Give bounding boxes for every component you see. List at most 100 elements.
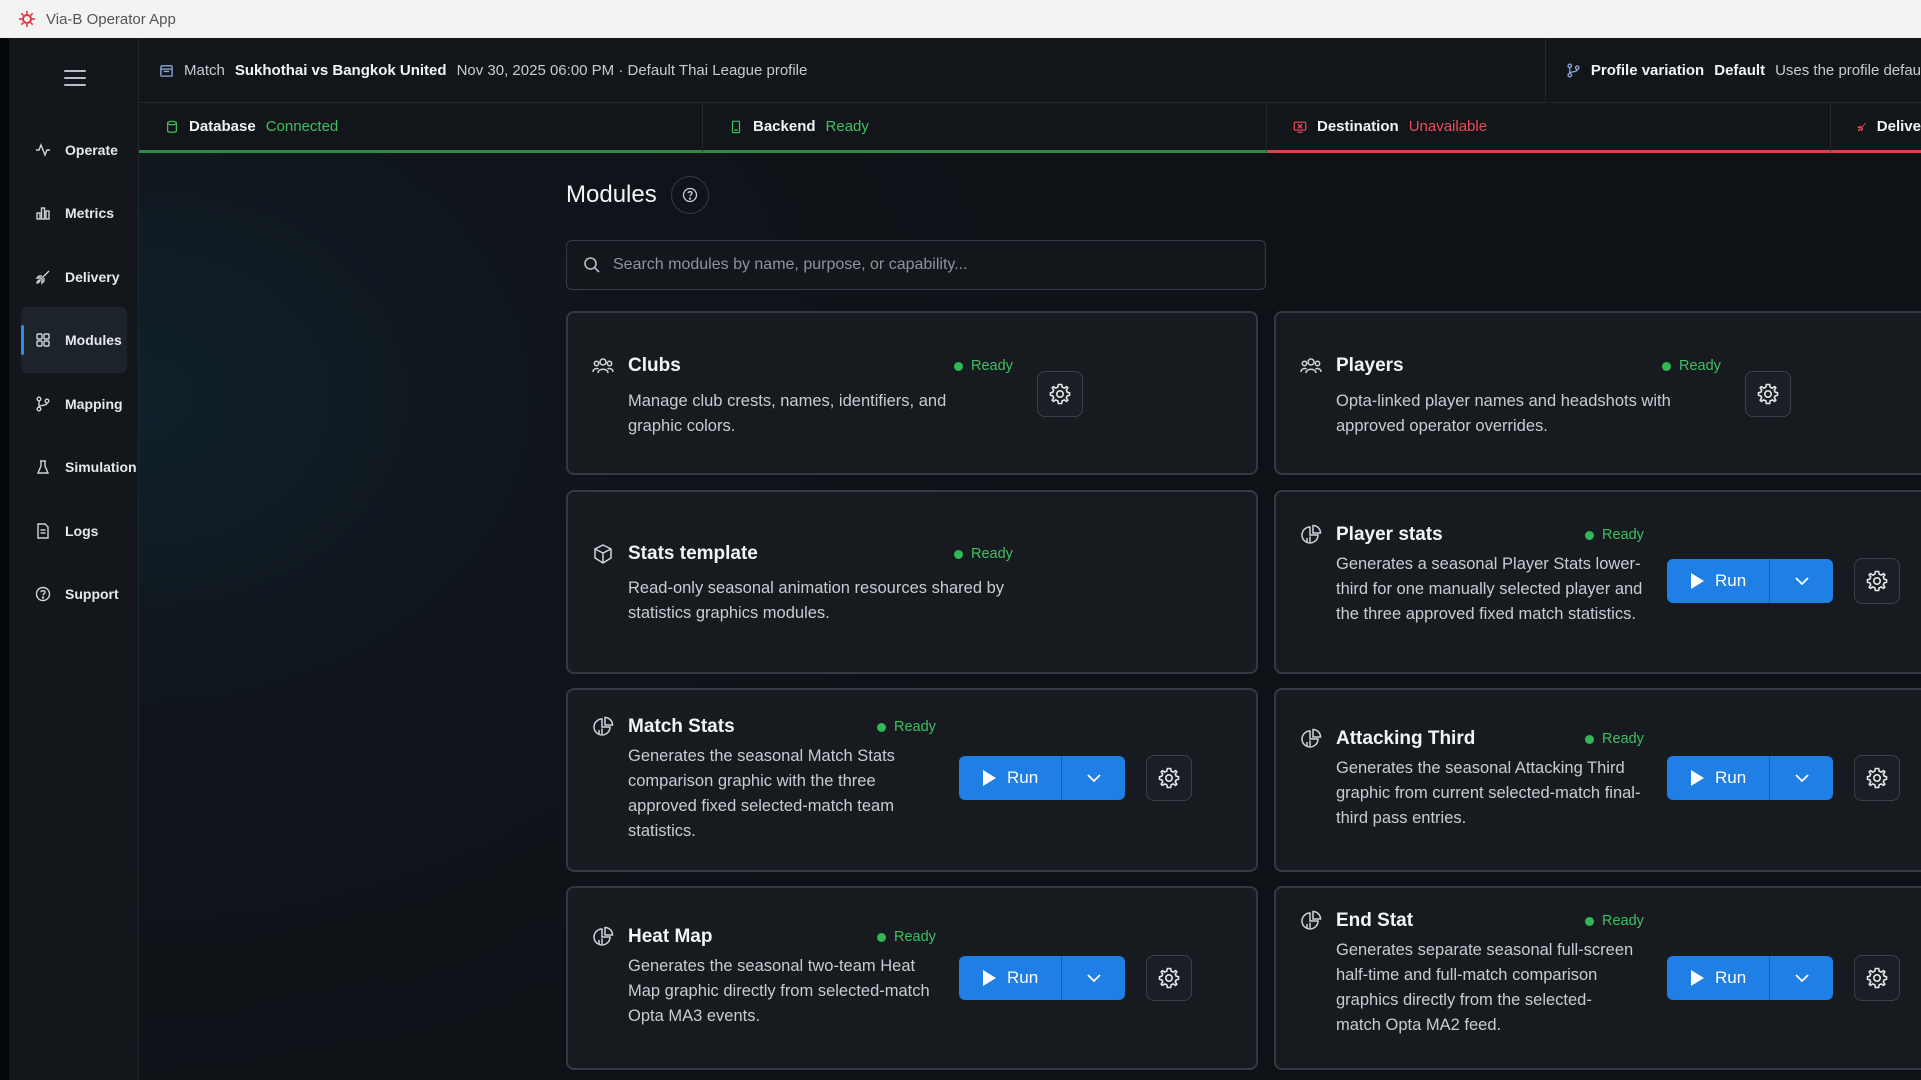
settings-button[interactable] [1146, 755, 1192, 801]
server-icon [731, 120, 741, 133]
settings-button[interactable] [1854, 558, 1900, 604]
run-button[interactable]: Run [1667, 956, 1769, 1000]
module-description: Generates the seasonal Attacking Third g… [1336, 759, 1641, 827]
module-name: Stats template [628, 543, 758, 564]
page-title: Modules [566, 181, 657, 208]
status-badge: Ready [1585, 731, 1644, 747]
menu-toggle-icon[interactable] [64, 70, 86, 88]
run-button[interactable]: Run [959, 756, 1061, 800]
match-name: Sukhothai vs Bangkok United [234, 61, 447, 79]
modules-header: Modules [566, 176, 709, 214]
run-options-dropdown[interactable] [1061, 956, 1125, 1000]
module-card-match-stats: Match Stats Ready Generates the seasonal… [566, 688, 1258, 872]
run-button[interactable]: Run [959, 956, 1061, 1000]
module-card-end-stat: End Stat Ready Generates separate season… [1274, 886, 1921, 1070]
status-value: Unavailable [1408, 118, 1488, 135]
status-badge: Ready [1585, 913, 1644, 929]
gear-icon [1866, 570, 1888, 592]
module-card-player-stats: Player stats Ready Generates a seasonal … [1274, 490, 1921, 674]
sidebar-item-operate[interactable]: Operate [21, 117, 127, 183]
run-options-dropdown[interactable] [1769, 956, 1833, 1000]
status-bar: Database Connected Backend Ready Destina… [139, 103, 1921, 153]
play-icon [983, 970, 996, 986]
chevron-down-icon [1794, 577, 1809, 586]
module-card-heat-map: Heat Map Ready Generates the seasonal tw… [566, 886, 1258, 1070]
chart-pie-icon [1301, 910, 1322, 930]
sidebar-item-metrics[interactable]: Metrics [21, 180, 127, 246]
module-description: Read-only seasonal animation resources s… [628, 579, 1005, 622]
chart-pie-icon [1301, 524, 1322, 544]
flask-icon [36, 460, 50, 474]
run-options-dropdown[interactable] [1769, 559, 1833, 603]
gear-icon [1757, 383, 1779, 405]
status-backend: Backend Ready [703, 103, 1267, 153]
sidebar-item-simulation[interactable]: Simulation [21, 434, 137, 500]
help-button[interactable] [670, 176, 709, 214]
document-icon [37, 523, 49, 539]
search-input[interactable] [613, 256, 1233, 274]
run-split-button: Run [1667, 756, 1833, 800]
settings-button[interactable] [1146, 955, 1192, 1001]
sidebar-item-label: Operate [65, 142, 118, 158]
rocket-icon [1857, 122, 1866, 132]
sidebar-item-modules[interactable]: Modules [21, 307, 127, 373]
chevron-down-icon [1794, 774, 1809, 783]
play-icon [1691, 573, 1704, 589]
status-delivery: Delive [1831, 103, 1921, 153]
activity-icon [36, 143, 50, 157]
run-options-dropdown[interactable] [1769, 756, 1833, 800]
sidebar-item-delivery[interactable]: Delivery [21, 244, 127, 310]
profile-value: Default [1714, 61, 1766, 79]
sidebar-item-label: Logs [65, 523, 99, 539]
run-split-button: Run [1667, 956, 1833, 1000]
module-name: End Stat [1336, 910, 1414, 931]
status-badge: Ready [954, 546, 1013, 562]
status-badge: Ready [877, 719, 936, 735]
settings-button[interactable] [1854, 755, 1900, 801]
status-value: Ready [825, 118, 869, 135]
sidebar-item-label: Simulation [65, 459, 137, 475]
module-description: Generates the seasonal Match Stats compa… [628, 747, 895, 840]
sidebar-item-mapping[interactable]: Mapping [21, 371, 127, 437]
main-content: Match Sukhothai vs Bangkok United Nov 30… [139, 38, 1921, 1080]
chevron-down-icon [1794, 974, 1809, 983]
match-details: Nov 30, 2025 06:00 PM · Default Thai Lea… [456, 61, 808, 79]
gear-icon [1158, 767, 1180, 789]
rocket-icon [35, 270, 50, 285]
match-info[interactable]: Match Sukhothai vs Bangkok United Nov 30… [139, 38, 1546, 102]
sidebar: Operate Metrics Delivery Modules Mapping… [9, 38, 139, 1080]
app-logo-icon [19, 11, 35, 27]
module-card-clubs: Clubs Ready Manage club crests, names, i… [566, 311, 1258, 475]
run-split-button: Run [1667, 559, 1833, 603]
match-bar: Match Sukhothai vs Bangkok United Nov 30… [139, 38, 1921, 103]
sidebar-item-support[interactable]: Support [21, 561, 127, 627]
calendar-icon [160, 64, 173, 77]
profile-label: Profile variation [1590, 61, 1705, 79]
status-value: Connected [265, 118, 339, 135]
monitor-off-icon [1293, 121, 1307, 133]
gear-icon [1866, 967, 1888, 989]
sidebar-item-logs[interactable]: Logs [21, 498, 127, 564]
module-name: Match Stats [628, 716, 735, 737]
status-destination: Destination Unavailable [1267, 103, 1831, 153]
sidebar-item-label: Modules [65, 332, 122, 348]
help-circle-icon [35, 586, 51, 602]
sidebar-item-label: Delivery [65, 269, 120, 285]
settings-button[interactable] [1037, 371, 1083, 417]
gear-icon [1866, 767, 1888, 789]
play-icon [1691, 970, 1704, 986]
profile-info[interactable]: Profile variation Default Uses the profi… [1546, 38, 1921, 102]
settings-button[interactable] [1745, 371, 1791, 417]
settings-button[interactable] [1854, 955, 1900, 1001]
run-options-dropdown[interactable] [1061, 756, 1125, 800]
chart-pie-icon [1301, 728, 1322, 748]
module-description: Generates the seasonal two-team Heat Map… [628, 957, 930, 1025]
module-name: Attacking Third [1336, 728, 1476, 749]
run-button[interactable]: Run [1667, 756, 1769, 800]
cube-icon [594, 544, 612, 564]
status-database: Database Connected [139, 103, 703, 153]
window-edge [0, 38, 9, 1080]
window-title: Via-B Operator App [46, 10, 176, 28]
chart-pie-icon [593, 716, 614, 736]
run-button[interactable]: Run [1667, 559, 1769, 603]
